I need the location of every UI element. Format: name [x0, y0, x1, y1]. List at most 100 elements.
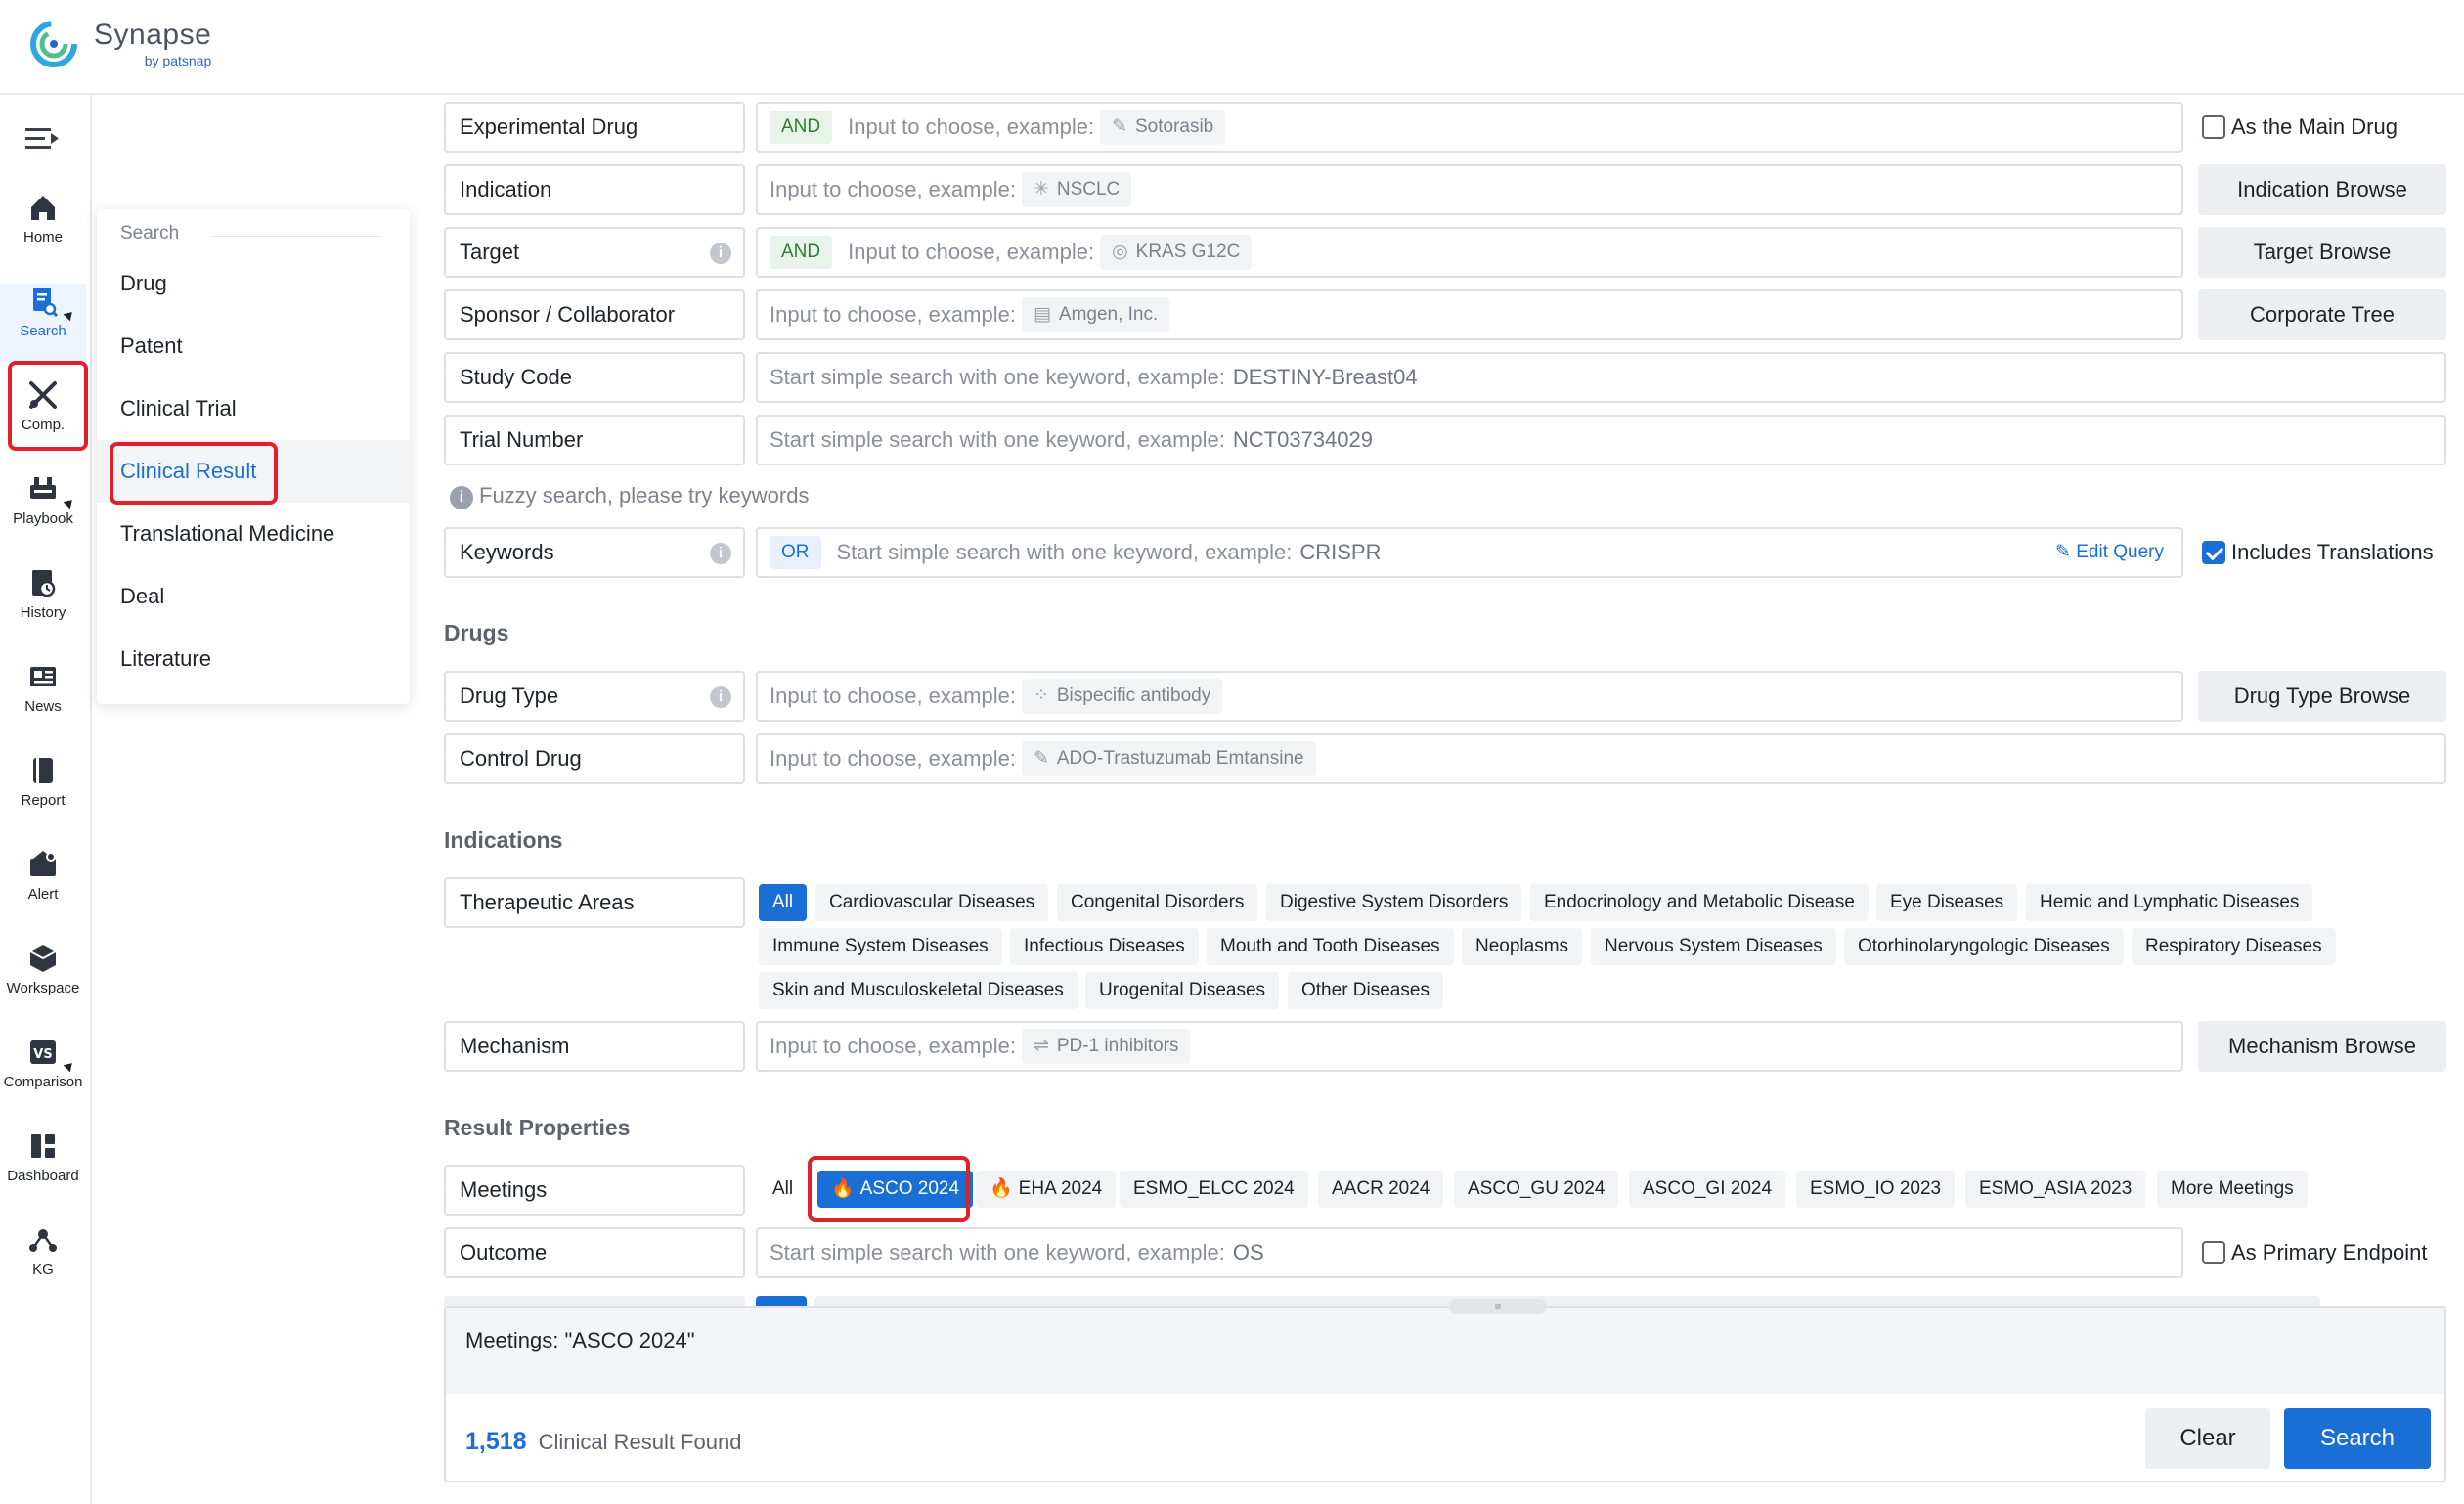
rail-label: Dashboard: [0, 1168, 86, 1184]
target-input[interactable]: ANDInput to choose, example:◎KRAS G12C: [756, 227, 2183, 278]
menu-item-deal[interactable]: Deal: [97, 565, 410, 628]
control-drug-label[interactable]: Control Drug: [444, 733, 745, 784]
includes-translations-checkbox[interactable]: Includes Translations: [2202, 538, 2434, 567]
main-drug-checkbox[interactable]: As the Main Drug: [2202, 112, 2398, 142]
menu-item-clinical-trial[interactable]: Clinical Trial: [97, 377, 410, 440]
info-icon[interactable]: i: [710, 543, 731, 564]
drug-type-label[interactable]: Drug Typei: [444, 671, 745, 722]
meeting-tag[interactable]: More Meetings: [2157, 1171, 2308, 1208]
indication-input[interactable]: Input to choose, example:✳NSCLC: [756, 164, 2183, 215]
rail-item-report[interactable]: Report: [0, 753, 86, 831]
clear-button[interactable]: Clear: [2145, 1408, 2270, 1469]
query-bar: [446, 1308, 2444, 1394]
top-bar: Synapse by patsnap: [0, 0, 2464, 95]
menu-item-patent[interactable]: Patent: [97, 315, 410, 377]
sponsor-label[interactable]: Sponsor / Collaborator: [444, 289, 745, 340]
experimental-drug-input[interactable]: ANDInput to choose, example:✎Sotorasib: [756, 102, 2183, 153]
experimental-drug-label[interactable]: Experimental Drug: [444, 102, 745, 153]
meeting-tag[interactable]: ASCO_GI 2024: [1629, 1171, 1785, 1208]
therapeutic-areas-label[interactable]: Therapeutic Areas: [444, 877, 745, 928]
area-tag[interactable]: Infectious Diseases: [1010, 928, 1199, 965]
area-tag[interactable]: Skin and Musculoskeletal Diseases: [759, 972, 1078, 1009]
study-code-input[interactable]: Start simple search with one keyword, ex…: [756, 352, 2446, 403]
rail-label: News: [0, 698, 86, 715]
area-tag[interactable]: Other Diseases: [1288, 972, 1443, 1009]
rail-label: History: [0, 604, 86, 621]
area-tag[interactable]: Immune System Diseases: [759, 928, 1002, 965]
rail-item-alert[interactable]: Alert: [0, 847, 86, 925]
rail-item-workspace[interactable]: Workspace: [0, 941, 86, 1019]
meeting-tag[interactable]: AACR 2024: [1318, 1171, 1443, 1208]
search-button[interactable]: Search: [2284, 1408, 2431, 1469]
and-operator[interactable]: AND: [770, 236, 832, 269]
outcome-label[interactable]: Outcome: [444, 1227, 745, 1278]
sponsor-input[interactable]: Input to choose, example:▤Amgen, Inc.: [756, 289, 2183, 340]
mechanism-input[interactable]: Input to choose, example:⇌PD-1 inhibitor…: [756, 1021, 2183, 1072]
kg-icon: [25, 1222, 61, 1258]
area-tag[interactable]: Cardiovascular Diseases: [815, 884, 1048, 921]
area-tag[interactable]: Nervous System Diseases: [1591, 928, 1836, 965]
rail-item-dashboard[interactable]: Dashboard: [0, 1128, 86, 1207]
molecule-icon: ⁘: [1034, 686, 1049, 706]
area-tag[interactable]: Neoplasms: [1462, 928, 1582, 965]
outcome-input[interactable]: Start simple search with one keyword, ex…: [756, 1227, 2183, 1278]
edit-query-link[interactable]: ✎ Edit Query: [2055, 529, 2164, 576]
area-tag[interactable]: Endocrinology and Metabolic Disease: [1530, 884, 1869, 921]
drug-type-browse-button[interactable]: Drug Type Browse: [2198, 671, 2446, 722]
area-tag[interactable]: Congenital Disorders: [1057, 884, 1257, 921]
indication-browse-button[interactable]: Indication Browse: [2198, 164, 2446, 215]
menu-item-drug[interactable]: Drug: [97, 252, 410, 315]
primary-endpoint-checkbox[interactable]: As Primary Endpoint: [2202, 1238, 2428, 1267]
area-tag[interactable]: Hemic and Lymphatic Diseases: [2026, 884, 2312, 921]
meeting-tag[interactable]: All: [759, 1171, 807, 1208]
hot-flame-icon: 🔥: [990, 1178, 1013, 1199]
result-properties-title: Result Properties: [444, 1115, 630, 1141]
menu-item-literature[interactable]: Literature: [97, 628, 410, 690]
trial-number-label[interactable]: Trial Number: [444, 415, 745, 465]
rail-item-search[interactable]: Search: [0, 284, 86, 362]
rail-item-comparison[interactable]: VSComparison: [0, 1035, 86, 1113]
area-tag[interactable]: Urogenital Diseases: [1085, 972, 1279, 1009]
keywords-input[interactable]: ORStart simple search with one keyword, …: [756, 527, 2183, 578]
rail-item-home[interactable]: Home: [0, 190, 86, 268]
meeting-tag[interactable]: 🔥EHA 2024: [976, 1171, 1116, 1208]
target-label[interactable]: Targeti: [444, 227, 745, 278]
or-operator[interactable]: OR: [770, 536, 821, 569]
meeting-tag[interactable]: ASCO_GU 2024: [1454, 1171, 1618, 1208]
info-icon[interactable]: i: [710, 686, 731, 708]
control-drug-input[interactable]: Input to choose, example:✎ADO-Trastuzuma…: [756, 733, 2446, 784]
news-icon: [25, 659, 61, 694]
menu-heading: Search: [120, 223, 179, 244]
drug-type-input[interactable]: Input to choose, example:⁘Bispecific ant…: [756, 671, 2183, 722]
rail-item-kg[interactable]: KG: [0, 1222, 86, 1301]
rail-item-playbook[interactable]: Playbook: [0, 471, 86, 550]
area-tag[interactable]: Mouth and Tooth Diseases: [1207, 928, 1454, 965]
keywords-label[interactable]: Keywordsi: [444, 527, 745, 578]
area-tag[interactable]: All: [759, 884, 807, 921]
rail-item-history[interactable]: History: [0, 565, 86, 643]
area-tag[interactable]: Digestive System Disorders: [1266, 884, 1521, 921]
area-tag[interactable]: Respiratory Diseases: [2132, 928, 2336, 965]
indication-label[interactable]: Indication: [444, 164, 745, 215]
study-code-label[interactable]: Study Code: [444, 352, 745, 403]
meetings-label[interactable]: Meetings: [444, 1165, 745, 1216]
mechanism-browse-button[interactable]: Mechanism Browse: [2198, 1021, 2446, 1072]
meeting-tag[interactable]: ESMO_IO 2023: [1796, 1171, 1955, 1208]
area-tag[interactable]: Eye Diseases: [1876, 884, 2017, 921]
rail-item-news[interactable]: News: [0, 659, 86, 737]
app-name: Synapse: [94, 20, 211, 51]
resize-handle-icon[interactable]: ≡: [1449, 1299, 1547, 1314]
mechanism-label[interactable]: Mechanism: [444, 1021, 745, 1072]
target-browse-button[interactable]: Target Browse: [2198, 227, 2446, 278]
area-tag[interactable]: Otorhinolaryngologic Diseases: [1844, 928, 2124, 965]
trial-number-input[interactable]: Start simple search with one keyword, ex…: [756, 415, 2446, 465]
menu-item-translational-medicine[interactable]: Translational Medicine: [97, 503, 410, 565]
and-operator[interactable]: AND: [770, 111, 832, 144]
app-logo[interactable]: Synapse by patsnap: [27, 18, 211, 70]
info-icon[interactable]: i: [710, 243, 731, 264]
meeting-tag[interactable]: ESMO_ELCC 2024: [1120, 1171, 1308, 1208]
corporate-tree-button[interactable]: Corporate Tree: [2198, 289, 2446, 340]
meeting-tag[interactable]: ESMO_ASIA 2023: [1965, 1171, 2145, 1208]
example-chip: ✎Sotorasib: [1100, 110, 1225, 145]
collapse-menu-icon[interactable]: [23, 124, 63, 154]
